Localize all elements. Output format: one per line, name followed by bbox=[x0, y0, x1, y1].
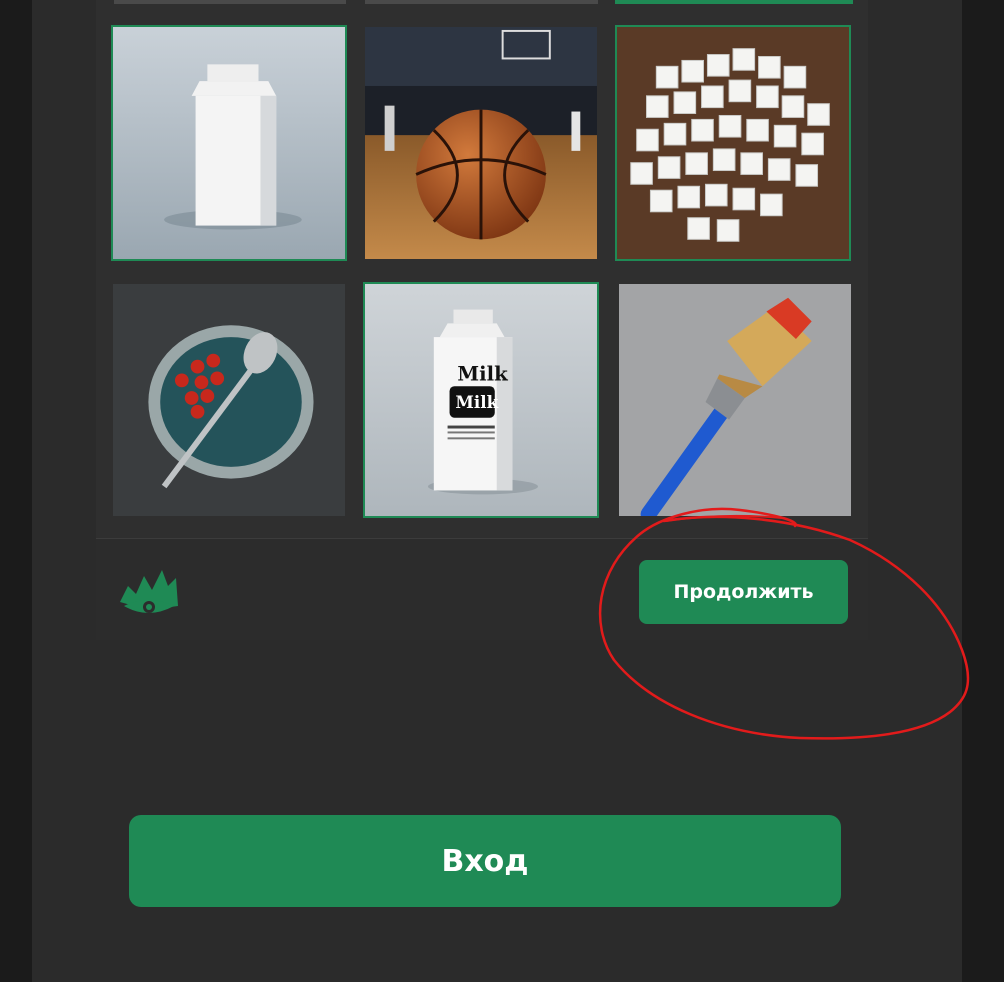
continue-button[interactable]: Продолжить bbox=[639, 560, 848, 624]
tomatoes-bowl-image bbox=[113, 284, 345, 516]
previous-row-edge bbox=[114, 0, 346, 4]
captcha-tile-tomatoes-bowl[interactable] bbox=[111, 282, 347, 518]
labeled-milk-carton-image: Milk Milk bbox=[365, 284, 597, 516]
login-button[interactable]: Вход bbox=[129, 815, 841, 907]
carton-label-top: Milk bbox=[457, 362, 508, 385]
sugar-cubes-image bbox=[617, 27, 849, 259]
right-margin bbox=[962, 0, 1004, 982]
captcha-tile-sugar-cubes[interactable] bbox=[615, 25, 851, 261]
left-margin bbox=[0, 0, 32, 982]
captcha-tile-milk-carton[interactable] bbox=[111, 25, 347, 261]
milk-carton-image bbox=[113, 27, 345, 259]
paint-brush-image bbox=[619, 284, 851, 516]
captcha-tile-paint-brush[interactable] bbox=[617, 282, 853, 518]
previous-row-edge bbox=[365, 0, 598, 4]
carton-label-bottom: Milk bbox=[455, 392, 498, 412]
captcha-tile-milk-carton-labeled[interactable]: Milk Milk bbox=[363, 282, 599, 518]
captcha-tile-basketball[interactable] bbox=[363, 25, 599, 261]
basketball-image bbox=[365, 27, 597, 259]
eye-logo-icon bbox=[120, 570, 178, 613]
previous-row-edge bbox=[615, 0, 853, 4]
